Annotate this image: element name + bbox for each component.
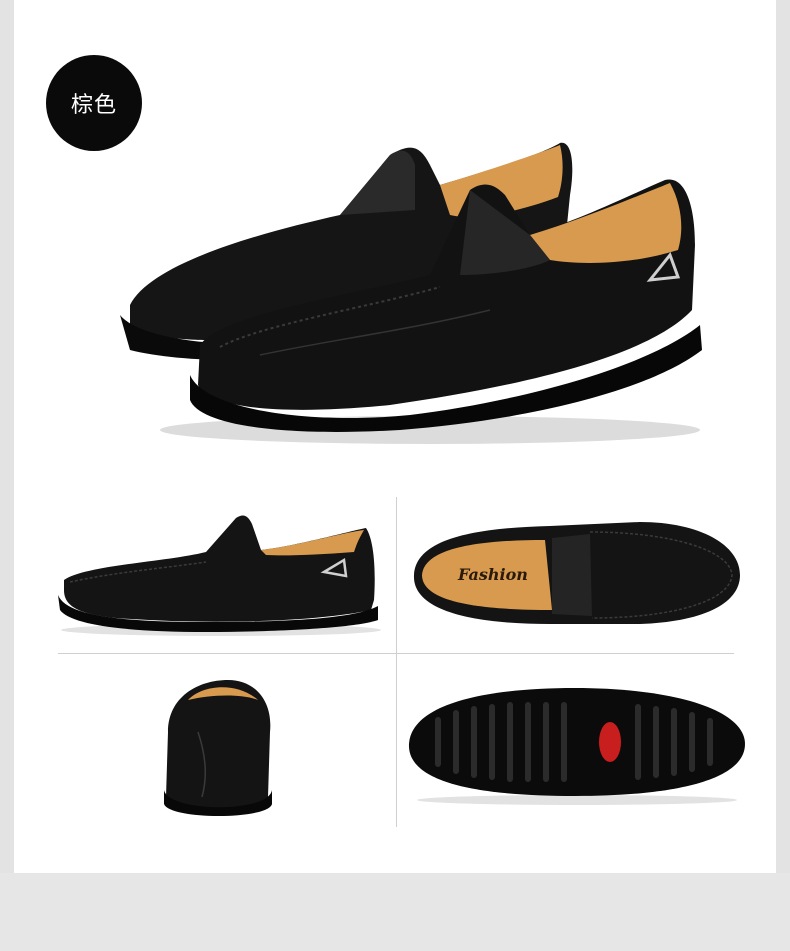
top-view-image: Fashion [413,522,740,624]
color-badge-label: 棕色 [70,93,117,118]
insole-brand-text: Fashion [457,565,528,584]
sole-red-mark [599,722,621,762]
top-view-photo: Fashion [410,510,745,635]
back-view-image [164,680,272,816]
sole-view-photo [405,682,750,807]
hero-pair-image [120,142,702,444]
hero-pair-photo [110,125,710,455]
bottom-band [0,873,790,951]
grid-divider-horizontal [58,653,734,654]
side-view-image [58,515,381,636]
back-view-photo [158,672,278,822]
grid-divider-vertical [396,497,397,827]
side-view-photo [56,510,386,640]
sole-view-image [408,688,745,805]
